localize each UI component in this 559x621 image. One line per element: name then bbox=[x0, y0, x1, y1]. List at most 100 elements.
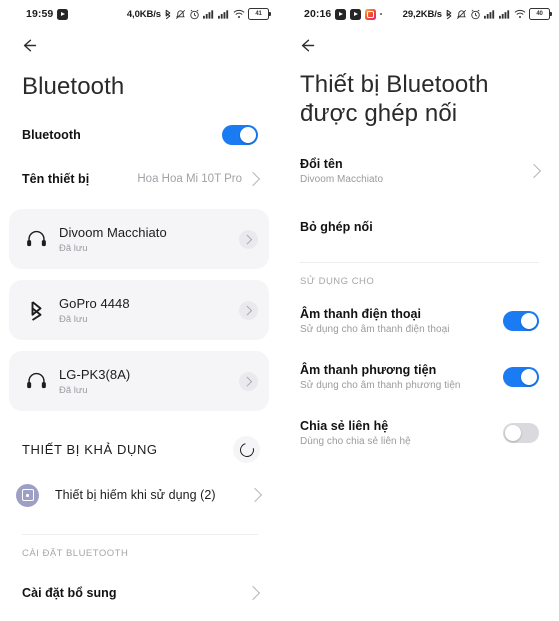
bluetooth-toggle-texts: Bluetooth bbox=[22, 128, 222, 142]
unused-devices-label: Thiết bị hiếm khi sử dụng (2) bbox=[55, 488, 216, 503]
paired-device-list: Divoom Macchiato Đã lưu GoPro 4448 Đã lư… bbox=[0, 201, 278, 412]
device-row[interactable]: GoPro 4448 Đã lưu bbox=[9, 280, 269, 341]
video-icon bbox=[57, 8, 69, 20]
device-name-row[interactable]: Tên thiết bị Hoa Hoa Mi 10T Pro bbox=[0, 157, 278, 201]
signal-icon bbox=[499, 9, 511, 19]
unused-devices-row[interactable]: Thiết bị hiếm khi sử dụng (2) bbox=[0, 469, 278, 521]
rename-row[interactable]: Đổi tên Divoom Macchiato bbox=[278, 149, 559, 193]
headphones-icon bbox=[17, 229, 55, 249]
chevron-right-icon bbox=[245, 586, 261, 601]
device-row[interactable]: Divoom Macchiato Đã lưu bbox=[9, 209, 269, 270]
device-generic-icon bbox=[16, 483, 39, 507]
bluetooth-icon bbox=[445, 9, 453, 20]
additional-settings-texts: Cài đặt bổ sung bbox=[22, 586, 248, 600]
status-bar-left: 19:59 4,0KB/s 41 bbox=[0, 0, 278, 28]
back-arrow-icon[interactable] bbox=[20, 36, 39, 55]
device-details-button[interactable] bbox=[239, 229, 258, 249]
bluetooth-toggle[interactable] bbox=[222, 125, 258, 146]
device-texts: Divoom Macchiato Đã lưu bbox=[55, 225, 239, 254]
status-time: 19:59 bbox=[26, 8, 54, 20]
phone-audio-toggle[interactable] bbox=[503, 310, 539, 331]
toggle-knob bbox=[240, 127, 256, 144]
bluetooth-toggle-label: Bluetooth bbox=[22, 128, 81, 143]
chevron-right-icon bbox=[247, 488, 263, 503]
toggle-knob bbox=[521, 368, 537, 385]
phone-audio-label: Âm thanh điện thoại bbox=[300, 306, 422, 321]
battery-indicator: 40 bbox=[529, 8, 552, 20]
unpair-texts: Bỏ ghép nối bbox=[300, 220, 539, 234]
device-name: Divoom Macchiato bbox=[59, 224, 167, 240]
phone-audio-sublabel: Sử dụng cho âm thanh điện thoại bbox=[300, 323, 450, 335]
media-audio-row[interactable]: Âm thanh phương tiện Sử dụng cho âm than… bbox=[278, 355, 559, 399]
vibrate-off-icon bbox=[175, 9, 186, 20]
data-rate-label: 4,0KB/s bbox=[126, 8, 161, 20]
back-bar-right bbox=[278, 28, 559, 62]
device-name: LG-PK3(8A) bbox=[59, 366, 131, 382]
contact-sharing-toggle[interactable] bbox=[503, 422, 539, 443]
status-bar-left-cluster: 20:16 bbox=[278, 8, 383, 20]
chevron-right-icon bbox=[242, 376, 253, 386]
bluetooth-toggle-row[interactable]: Bluetooth bbox=[0, 113, 278, 157]
device-name-label: Tên thiết bị bbox=[22, 172, 90, 187]
paired-device-detail-screen: 20:16 29,2KB/s 40 Thiết bị Bluetooth đượ… bbox=[278, 0, 559, 621]
rename-value: Divoom Macchiato bbox=[300, 173, 384, 185]
status-bar-right-cluster: 4,0KB/s 41 bbox=[126, 8, 271, 20]
phone-audio-texts: Âm thanh điện thoại Sử dụng cho âm thanh… bbox=[300, 307, 503, 335]
media-audio-texts: Âm thanh phương tiện Sử dụng cho âm than… bbox=[300, 363, 503, 391]
additional-settings-row[interactable]: Cài đặt bổ sung bbox=[0, 571, 278, 615]
additional-settings-label: Cài đặt bổ sung bbox=[22, 586, 117, 601]
scan-refresh-button[interactable] bbox=[233, 436, 260, 464]
available-devices-label: THIẾT BỊ KHẢ DỤNG bbox=[22, 442, 158, 458]
rename-texts: Đổi tên Divoom Macchiato bbox=[300, 157, 529, 185]
section-divider bbox=[22, 534, 258, 536]
device-name-value: Hoa Hoa Mi 10T Pro bbox=[137, 173, 242, 186]
device-details-button[interactable] bbox=[239, 300, 258, 320]
section-divider bbox=[300, 261, 539, 263]
data-rate-label: 29,2KB/s bbox=[402, 8, 442, 20]
page-title: Thiết bị Bluetooth được ghép nối bbox=[278, 62, 559, 129]
signal-icon bbox=[218, 9, 230, 19]
dot-icon bbox=[380, 13, 383, 15]
contact-sharing-sublabel: Dùng cho chia sẻ liên hệ bbox=[300, 435, 411, 447]
unpair-label: Bỏ ghép nối bbox=[300, 219, 373, 234]
device-row[interactable]: LG-PK3(8A) Đã lưu bbox=[9, 351, 269, 412]
contact-sharing-label: Chia sẻ liên hệ bbox=[300, 418, 389, 433]
contact-sharing-texts: Chia sẻ liên hệ Dùng cho chia sẻ liên hệ bbox=[300, 419, 503, 447]
usage-section-header: SỬ DỤNG CHO bbox=[300, 275, 375, 287]
media-audio-toggle[interactable] bbox=[503, 366, 539, 387]
page-title-line-2: được ghép nối bbox=[300, 100, 458, 128]
video-icon bbox=[335, 8, 347, 20]
headphones-icon bbox=[17, 371, 55, 391]
contact-sharing-row[interactable]: Chia sẻ liên hệ Dùng cho chia sẻ liên hệ bbox=[278, 411, 559, 455]
bluetooth-icon bbox=[164, 9, 172, 20]
back-arrow-icon[interactable] bbox=[298, 36, 317, 55]
chevron-right-icon bbox=[242, 234, 253, 244]
status-bar-right-cluster: 29,2KB/s 40 bbox=[402, 8, 552, 20]
dual-screenshot: 19:59 4,0KB/s 41 Bluetooth Bluetooth Tên… bbox=[0, 0, 559, 621]
toggle-knob bbox=[505, 424, 521, 441]
phone-audio-row[interactable]: Âm thanh điện thoại Sử dụng cho âm thanh… bbox=[278, 299, 559, 343]
page-title: Bluetooth bbox=[22, 73, 125, 100]
device-texts: GoPro 4448 Đã lưu bbox=[55, 296, 239, 325]
status-time: 20:16 bbox=[304, 8, 332, 20]
device-details-button[interactable] bbox=[239, 371, 258, 391]
alarm-icon bbox=[470, 9, 481, 20]
device-texts: LG-PK3(8A) Đã lưu bbox=[55, 367, 239, 396]
rename-label: Đổi tên bbox=[300, 156, 343, 171]
vibrate-off-icon bbox=[456, 9, 467, 20]
wifi-icon bbox=[514, 9, 526, 19]
device-name-texts: Tên thiết bị bbox=[22, 172, 137, 186]
status-bar-right: 20:16 29,2KB/s 40 bbox=[278, 0, 559, 28]
bluetooth-settings-header: CÀI ĐẶT BLUETOOTH bbox=[22, 548, 129, 560]
unpair-row[interactable]: Bỏ ghép nối bbox=[278, 205, 559, 249]
page-title-line-1: Thiết bị Bluetooth bbox=[300, 71, 489, 98]
toggle-knob bbox=[521, 312, 537, 329]
bluetooth-list-screen: 19:59 4,0KB/s 41 Bluetooth Bluetooth Tên… bbox=[0, 0, 278, 621]
